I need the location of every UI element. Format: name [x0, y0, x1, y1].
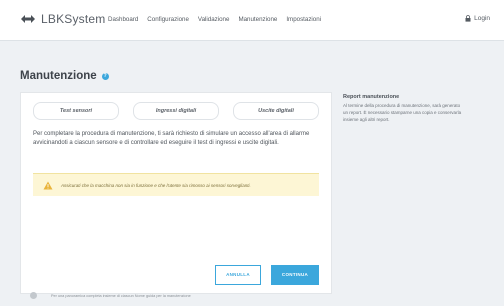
- tabs: Test sensori Ingressi digitali Uscite di…: [33, 102, 333, 120]
- tab-uscite-digitali[interactable]: Uscite digitali: [233, 102, 319, 120]
- report-title: Report manutenzione: [343, 94, 400, 100]
- warning-text: Assicurati che la macchina non sia in fu…: [61, 182, 251, 188]
- nav-item-dashboard[interactable]: Dashboard: [108, 16, 138, 23]
- footer-text: Per una panoramica completa insieme di c…: [51, 293, 191, 298]
- footer: Per una panoramica completa insieme di c…: [30, 292, 191, 299]
- app-logo[interactable]: LBKSystem: [20, 12, 106, 26]
- page-title-text: Manutenzione: [20, 70, 97, 82]
- top-navbar: LBKSystem Dashboard Configurazione Valid…: [0, 0, 504, 41]
- cancel-button[interactable]: ANNULLA: [215, 265, 261, 285]
- login-button[interactable]: Login: [465, 15, 490, 22]
- nav-item-configurazione[interactable]: Configurazione: [147, 16, 189, 23]
- tab-ingressi-digitali[interactable]: Ingressi digitali: [133, 102, 219, 120]
- app-name: LBKSystem: [41, 12, 106, 26]
- info-icon: [30, 292, 37, 299]
- nav-item-manutenzione[interactable]: Manutenzione: [238, 16, 277, 23]
- nav-item-impostazioni[interactable]: Impostazioni: [286, 16, 321, 23]
- continue-button[interactable]: CONTINUA: [271, 265, 319, 285]
- nav-item-validazione[interactable]: Validazione: [198, 16, 230, 23]
- login-label: Login: [474, 15, 490, 22]
- lock-icon: [465, 15, 471, 22]
- page-title: Manutenzione ?: [20, 70, 109, 82]
- maintenance-card: Test sensori Ingressi digitali Uscite di…: [20, 92, 332, 294]
- report-text: Al termine della procedura di manutenzio…: [343, 103, 462, 122]
- main-nav: Dashboard Configurazione Validazione Man…: [108, 16, 330, 23]
- warning-icon: [43, 181, 53, 189]
- warning-banner: Assicurati che la macchina non sia in fu…: [33, 173, 319, 196]
- help-icon[interactable]: ?: [101, 72, 109, 80]
- procedure-description: Per completare la procedura di manutenzi…: [33, 131, 310, 146]
- logo-arrows-icon: [21, 15, 35, 23]
- tab-test-sensori[interactable]: Test sensori: [33, 102, 119, 120]
